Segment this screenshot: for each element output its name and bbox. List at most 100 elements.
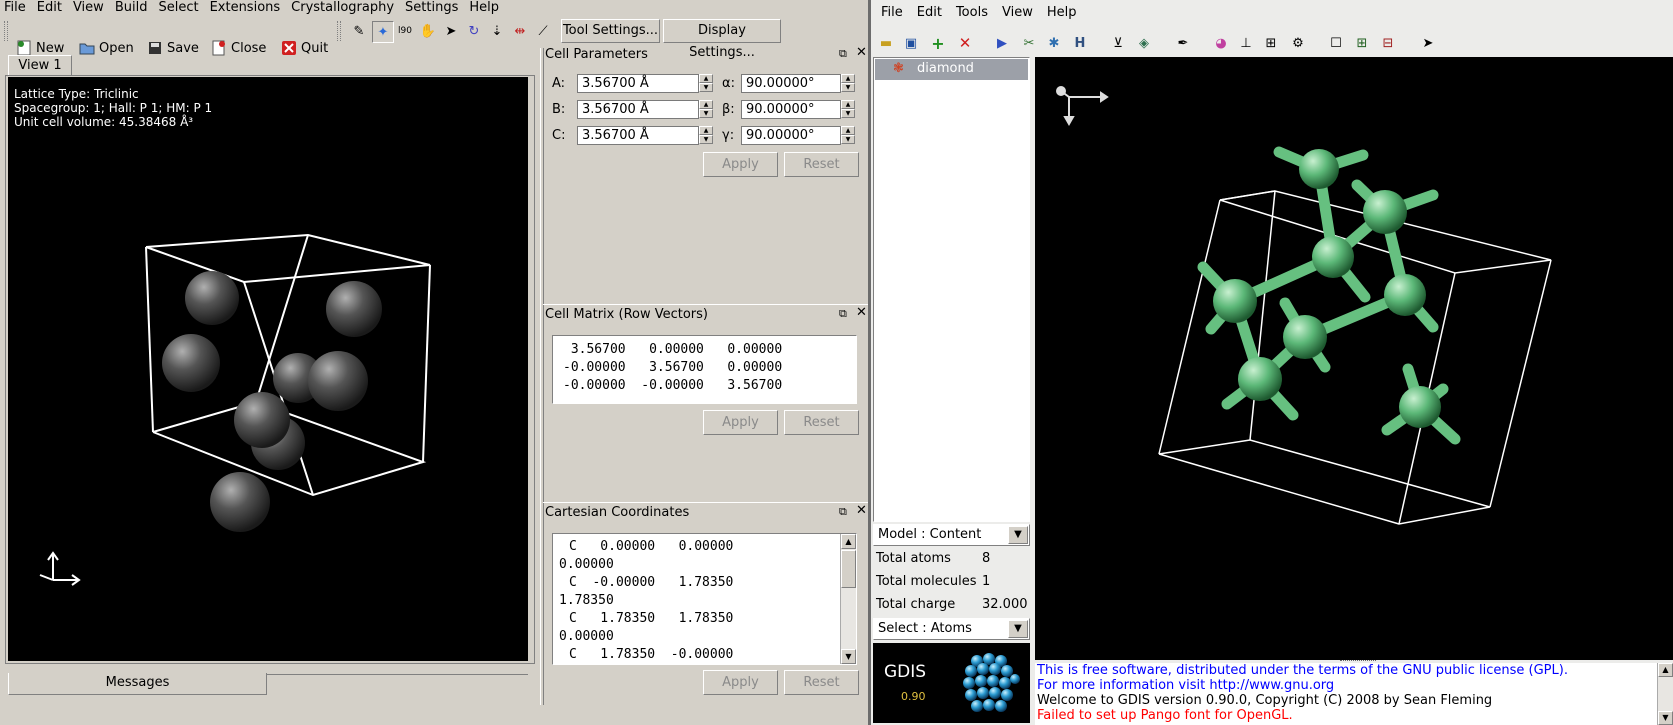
c-length-field[interactable]: 3.56700 Å [577,126,699,145]
gdis-message-log[interactable]: This is free software, distributed under… [1035,663,1673,725]
cartesian-line-2: 0.00000 [559,557,614,572]
beta-angle-spinner[interactable]: ▲ ▼ [841,100,855,118]
menu-select[interactable]: Select [158,0,198,15]
alpha-angle-spinner[interactable]: ▲ ▼ [841,74,855,92]
cartesian-reset-button[interactable]: Reset [784,670,859,695]
scroll-up-arrow-icon[interactable]: ▲ [841,534,856,549]
remove-pane-icon[interactable]: ⊟ [1378,33,1398,53]
open-folder-icon[interactable]: ▬ [876,33,896,53]
surface-color-icon[interactable]: ◕ [1211,33,1231,53]
draw-tool-icon[interactable]: ✎ [351,23,367,39]
beta-angle-field[interactable]: 90.00000° [741,100,841,119]
measure-tool-icon[interactable]: ⇹ [512,23,528,39]
cartesian-coordinates-text[interactable]: C 0.00000 0.00000 0.00000 C -0.00000 1.7… [552,533,857,665]
gdis-menu-file[interactable]: File [881,5,903,20]
gdis-viewport[interactable] [1035,57,1673,660]
select-tool-icon[interactable]: ➤ [443,23,459,39]
cell-parameters-float-icon[interactable]: ⧉ [839,47,847,61]
vertical-splitter[interactable] [540,48,544,705]
cartesian-scrollbar[interactable]: ▲ ▼ [840,534,856,664]
toolbar-separator [337,21,341,41]
add-pane-icon[interactable]: ⊞ [1352,33,1372,53]
navigate-tool-icon[interactable]: ✦ [372,21,394,43]
gdis-menu-tools[interactable]: Tools [956,5,988,20]
tab-view-1[interactable]: View 1 [8,55,72,76]
model-tree[interactable]: ❃ diamond [873,57,1030,522]
cell-parameters-apply-button[interactable]: Apply [703,152,778,177]
align-tool-icon[interactable]: ⟋ [535,23,551,39]
edit-pen-icon[interactable]: ✒ [1173,33,1193,53]
a-length-field[interactable]: 3.56700 Å [577,74,699,93]
cell-matrix-float-icon[interactable]: ⧉ [839,307,847,321]
cell-parameters-close-icon[interactable]: ✕ [856,45,867,60]
add-model-icon[interactable]: + [928,33,948,53]
menu-build[interactable]: Build [115,0,148,15]
gdis-menu-help[interactable]: Help [1047,5,1077,20]
play-animation-icon[interactable]: ▶ [992,33,1012,53]
menu-settings[interactable]: Settings [405,0,458,15]
cell-matrix-reset-button[interactable]: Reset [784,410,859,435]
cell-matrix-apply-button[interactable]: Apply [703,410,778,435]
menu-help[interactable]: Help [469,0,499,15]
close-button[interactable]: Close [207,36,270,60]
bond-centric-tool-icon[interactable]: l90 [397,23,413,39]
cartesian-close-icon[interactable]: ✕ [856,503,867,518]
save-button[interactable]: Save [143,36,203,60]
gdis-menu-view[interactable]: View [1002,5,1033,20]
model-item-diamond[interactable]: ❃ diamond [875,59,1028,80]
delete-model-icon[interactable]: ✕ [955,33,975,53]
total-charge-value: 32.000 [982,597,1028,612]
axes-toggle-icon[interactable]: ⊥ [1236,33,1256,53]
camera-icon[interactable]: ⚙ [1288,33,1308,53]
single-pane-icon[interactable]: ☐ [1326,33,1346,53]
scroll-down-arrow-icon[interactable]: ▼ [1658,711,1673,725]
scroll-up-arrow-icon[interactable]: ▲ [1658,663,1673,677]
b-length-field[interactable]: 3.56700 Å [577,100,699,119]
cell-matrix-title: Cell Matrix (Row Vectors) [545,307,709,322]
cube-render-icon[interactable]: ◈ [1134,33,1154,53]
tab-messages[interactable]: Messages [8,673,267,695]
cell-parameters-reset-button[interactable]: Reset [784,152,859,177]
b-length-spinner[interactable]: ▲ ▼ [699,100,713,118]
h-display-icon[interactable]: H [1070,33,1090,53]
a-length-spinner[interactable]: ▲ ▼ [699,74,713,92]
menu-edit[interactable]: Edit [37,0,62,15]
tools-scissors-icon[interactable]: ✂ [1019,33,1039,53]
menu-crystallography[interactable]: Crystallography [291,0,394,15]
molecule-grid-icon[interactable]: ✱ [1044,33,1064,53]
molecule-icon: ❃ [893,61,904,76]
molecule-viewport[interactable]: Lattice Type: Triclinic Spacegroup: 1; H… [8,77,528,661]
measure-angle-icon[interactable]: ⊻ [1108,33,1128,53]
menu-file[interactable]: File [4,0,26,15]
scroll-down-arrow-icon[interactable]: ▼ [841,649,856,664]
select-mode-dropdown[interactable]: Select : Atoms ▼ [873,618,1030,640]
display-settings-button[interactable]: Display Settings... [663,19,781,60]
open-button[interactable]: Open [75,36,138,60]
model-content-dropdown[interactable]: Model : Content ▼ [873,524,1030,546]
quit-icon [281,40,297,56]
message-line-1: This is free software, distributed under… [1037,663,1568,678]
quit-button[interactable]: Quit [277,36,332,60]
tool-settings-button[interactable]: Tool Settings... [561,19,660,43]
autorotate-tool-icon[interactable]: ↻ [466,23,482,39]
a-label: A: [552,76,566,91]
gdis-logo-version: 0.90 [901,690,926,703]
message-scrollbar[interactable]: ▲ ▼ [1657,663,1673,725]
menu-view[interactable]: View [73,0,104,15]
autooptimize-tool-icon[interactable]: ⇣ [489,23,505,39]
grid-select-icon[interactable]: ⊞ [1261,33,1281,53]
gamma-angle-spinner[interactable]: ▲ ▼ [841,126,855,144]
cell-matrix-text[interactable]: 3.56700 0.00000 0.00000 -0.00000 3.56700… [552,335,857,404]
scroll-thumb[interactable] [841,550,856,588]
menu-extensions[interactable]: Extensions [210,0,281,15]
c-length-spinner[interactable]: ▲ ▼ [699,126,713,144]
gdis-menu-edit[interactable]: Edit [917,5,942,20]
pointer-select-icon[interactable]: ➤ [1418,33,1438,53]
cell-matrix-close-icon[interactable]: ✕ [856,305,867,320]
manipulate-tool-icon[interactable]: ✋ [420,23,436,39]
gamma-angle-field[interactable]: 90.00000° [741,126,841,145]
save-disk-icon[interactable]: ▣ [901,33,921,53]
alpha-angle-field[interactable]: 90.00000° [741,74,841,93]
cartesian-apply-button[interactable]: Apply [703,670,778,695]
cartesian-float-icon[interactable]: ⧉ [839,505,847,519]
